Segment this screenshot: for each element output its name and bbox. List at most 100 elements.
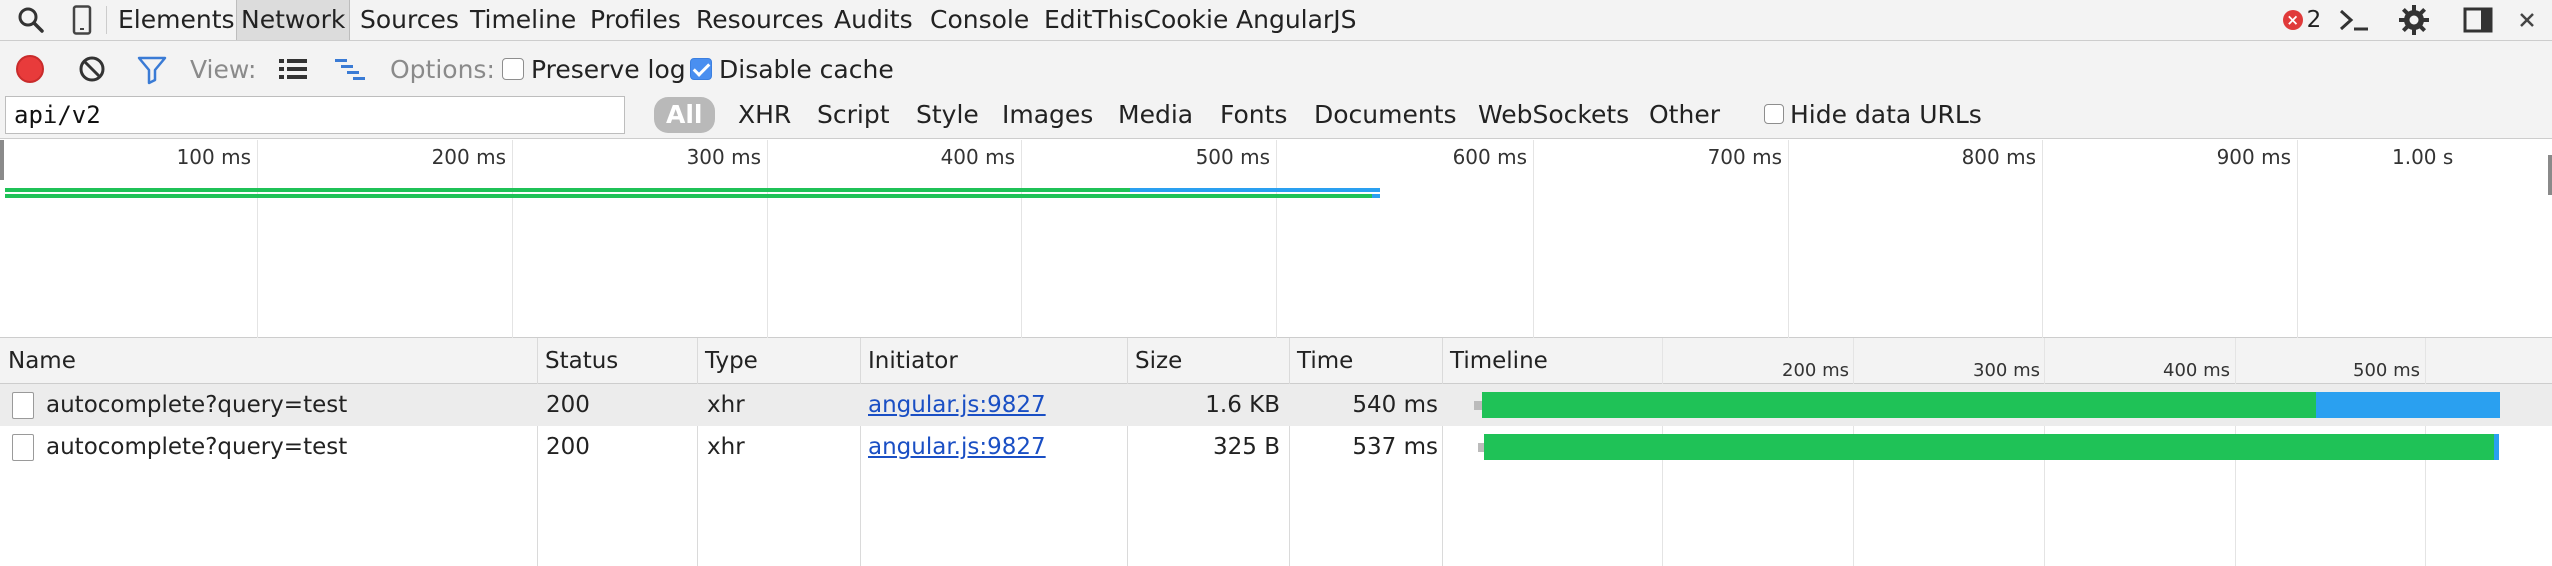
overview-gridline xyxy=(2297,140,2298,338)
overview-tick: 200 ms xyxy=(431,145,506,169)
overview-gridline xyxy=(1533,140,1534,338)
overview-range-handle-right[interactable] xyxy=(2548,155,2552,195)
request-name: autocomplete?query=test xyxy=(46,392,348,418)
device-mode-icon[interactable] xyxy=(68,0,96,40)
request-initiator-link[interactable]: angular.js:9827 xyxy=(868,384,1046,426)
tab-network[interactable]: Network xyxy=(236,0,351,40)
overview-bar-receiving xyxy=(1372,194,1380,198)
clear-icon[interactable] xyxy=(78,55,106,83)
column-header-size[interactable]: Size xyxy=(1127,338,1182,384)
request-name: autocomplete?query=test xyxy=(46,434,348,460)
tab-profiles[interactable]: Profiles xyxy=(586,0,685,40)
tab-timeline[interactable]: Timeline xyxy=(466,0,580,40)
overview-bar-receiving xyxy=(1130,188,1380,192)
gear-icon[interactable] xyxy=(2396,0,2432,40)
request-status: 200 xyxy=(546,392,590,418)
column-header-type[interactable]: Type xyxy=(697,338,758,384)
type-filter-media[interactable]: Media xyxy=(1114,97,1197,133)
type-filter-xhr[interactable]: XHR xyxy=(734,97,795,133)
view-label: View: xyxy=(190,55,257,84)
overview-tick: 700 ms xyxy=(1707,145,1782,169)
type-filter-documents[interactable]: Documents xyxy=(1310,97,1461,133)
filter-icon[interactable] xyxy=(136,53,168,85)
filter-input[interactable]: api/v2 xyxy=(5,96,625,134)
tab-editthiscookie[interactable]: EditThisCookie xyxy=(1040,0,1232,40)
large-rows-icon[interactable] xyxy=(278,57,308,81)
hide-data-urls-label: Hide data URLs xyxy=(1790,100,1982,129)
timeline-tick: 300 ms xyxy=(1973,360,2040,381)
disable-cache-checkbox[interactable] xyxy=(690,58,712,80)
overview-gridline xyxy=(257,140,258,338)
network-table-header: Name Status Type Initiator Size Time Tim… xyxy=(0,338,2552,384)
network-toolbar: View: Options: Preserve log Disable cach… xyxy=(0,41,2552,139)
column-header-time[interactable]: Time xyxy=(1289,338,1353,384)
column-header-status[interactable]: Status xyxy=(537,338,618,384)
options-label: Options: xyxy=(390,55,495,84)
overview-tick: 1.00 s xyxy=(2392,145,2454,169)
timeline-tick: 500 ms xyxy=(2353,360,2420,381)
preserve-log-checkbox[interactable] xyxy=(502,58,524,80)
type-filter-all[interactable]: All xyxy=(654,97,715,133)
search-icon[interactable] xyxy=(14,0,48,40)
error-counter[interactable]: × 2 xyxy=(2274,0,2330,40)
request-size: 1.6 KB xyxy=(1205,392,1280,418)
tab-angularjs[interactable]: AngularJS xyxy=(1232,0,1360,40)
request-time: 537 ms xyxy=(1352,434,1438,460)
type-filter-images[interactable]: Images xyxy=(998,97,1097,133)
tab-console[interactable]: Console xyxy=(926,0,1033,40)
request-type: xhr xyxy=(707,434,745,460)
timeline-bar-waiting xyxy=(1484,434,2494,460)
tab-audits[interactable]: Audits xyxy=(830,0,917,40)
timeline-tick: 400 ms xyxy=(2163,360,2230,381)
request-size: 325 B xyxy=(1213,434,1280,460)
type-filter-style[interactable]: Style xyxy=(912,97,983,133)
error-count: 2 xyxy=(2306,7,2322,33)
overview-tick: 100 ms xyxy=(176,145,251,169)
overview-tick: 900 ms xyxy=(2216,145,2291,169)
overview-gridline xyxy=(1276,140,1277,338)
document-icon xyxy=(12,434,34,461)
console-drawer-icon[interactable] xyxy=(2336,0,2372,40)
overview-gridline xyxy=(512,140,513,338)
table-row[interactable]: autocomplete?query=test 200 xhr angular.… xyxy=(0,384,2552,426)
overview-bar-waiting xyxy=(5,194,1380,198)
tab-sources[interactable]: Sources xyxy=(356,0,463,40)
timeline-bar-waiting xyxy=(1482,392,2316,418)
overview-tick: 800 ms xyxy=(1961,145,2036,169)
overview-range-handle-left[interactable] xyxy=(0,140,4,180)
overview-gridline xyxy=(1021,140,1022,338)
dock-side-icon[interactable] xyxy=(2458,0,2498,40)
request-type: xhr xyxy=(707,392,745,418)
timeline-bar-queued xyxy=(1474,401,1482,410)
type-filter-fonts[interactable]: Fonts xyxy=(1216,97,1291,133)
tab-elements[interactable]: Elements xyxy=(114,0,239,40)
overview-tick: 400 ms xyxy=(940,145,1015,169)
waterfall-icon[interactable] xyxy=(334,57,366,81)
timeline-bar-receiving xyxy=(2316,392,2500,418)
hide-data-urls-checkbox[interactable] xyxy=(1764,104,1784,124)
request-initiator-link[interactable]: angular.js:9827 xyxy=(868,426,1046,468)
overview-tick: 500 ms xyxy=(1195,145,1270,169)
record-button[interactable] xyxy=(16,55,44,83)
type-filter-script[interactable]: Script xyxy=(813,97,894,133)
disable-cache-label: Disable cache xyxy=(719,55,894,84)
tab-resources[interactable]: Resources xyxy=(692,0,828,40)
timeline-bar-receiving xyxy=(2494,434,2499,460)
error-icon: × xyxy=(2282,10,2303,30)
table-row[interactable]: autocomplete?query=test 200 xhr angular.… xyxy=(0,426,2552,468)
column-header-name[interactable]: Name xyxy=(0,338,76,384)
devtools-tab-bar: Elements Network Sources Timeline Profil… xyxy=(0,0,2552,41)
overview-tick: 300 ms xyxy=(686,145,761,169)
column-header-initiator[interactable]: Initiator xyxy=(860,338,958,384)
type-filter-other[interactable]: Other xyxy=(1645,97,1724,133)
preserve-log-label: Preserve log xyxy=(531,55,686,84)
close-icon[interactable] xyxy=(2512,0,2542,40)
overview-gridline xyxy=(1788,140,1789,338)
timeline-tick: 200 ms xyxy=(1782,360,1849,381)
type-filter-websockets[interactable]: WebSockets xyxy=(1474,97,1633,133)
column-header-timeline[interactable]: Timeline xyxy=(1442,338,1548,384)
request-time: 540 ms xyxy=(1352,392,1438,418)
overview-gridline xyxy=(767,140,768,338)
network-overview[interactable]: 100 ms 200 ms 300 ms 400 ms 500 ms 600 m… xyxy=(0,140,2552,338)
toolbar-divider xyxy=(106,6,107,34)
